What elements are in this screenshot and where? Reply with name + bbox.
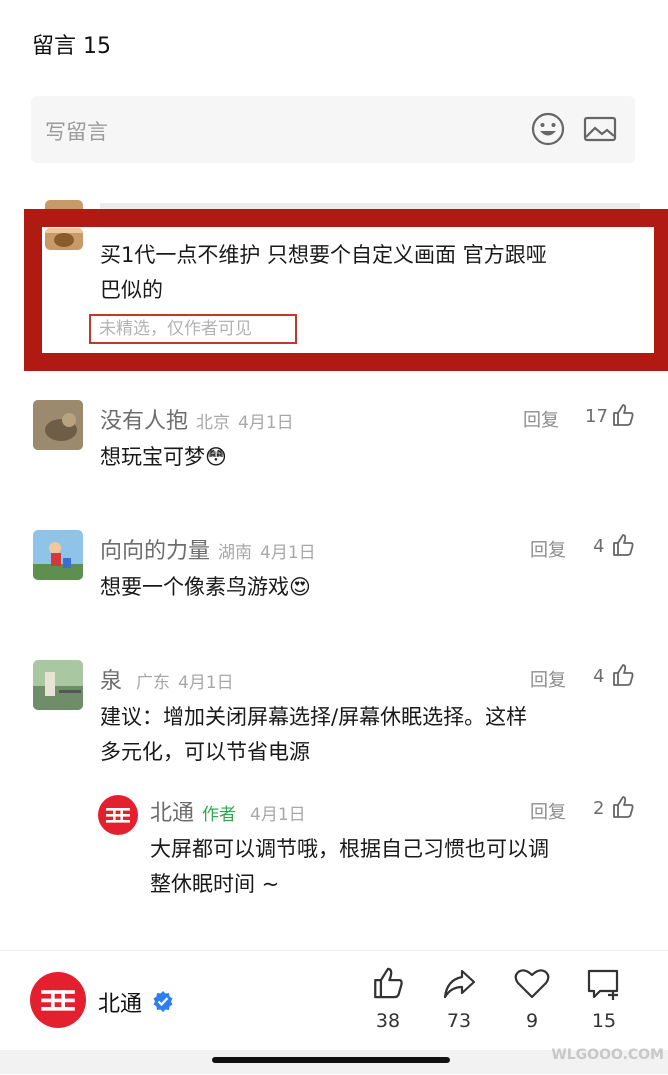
avatar[interactable] xyxy=(33,660,83,710)
comment-text: 买1代一点不维护 只想要个自定义画面 官方跟哑 巴似的 xyxy=(100,238,547,308)
reply-text: 大屏都可以调节哦，根据自己习惯也可以调 整休眠时间 ~ xyxy=(150,832,549,902)
comment-header: 没有人抱 北京 4月1日 xyxy=(100,403,294,435)
comment-location: 广东 xyxy=(136,673,171,693)
reply-button[interactable]: 回复 xyxy=(530,666,566,692)
favorite-count: 9 xyxy=(525,1010,539,1032)
comment-location: 北京 xyxy=(196,413,231,433)
thumbs-up-icon[interactable] xyxy=(612,533,634,561)
reply-date: 4月1日 xyxy=(250,805,306,825)
heart-icon[interactable] xyxy=(514,968,550,1004)
reply-header: 北通 作者 4月1日 xyxy=(150,795,306,827)
watermark: WLGOOO.COM xyxy=(551,1047,664,1063)
comment-text-line: 巴似的 xyxy=(100,278,163,302)
thumbs-up-icon[interactable] xyxy=(612,663,634,691)
smiley-icon[interactable] xyxy=(531,112,565,150)
share-count: 73 xyxy=(446,1010,472,1032)
page-title: 留言 15 xyxy=(32,34,111,59)
like-count: 4 xyxy=(593,666,605,687)
reply-text-line: 整休眠时间 ~ xyxy=(150,872,280,896)
comment-date: 4月1日 xyxy=(238,413,294,433)
avatar[interactable] xyxy=(33,400,83,450)
comment-text: 想要一个像素鸟游戏😍 xyxy=(100,575,311,599)
comment-location: 湖南 xyxy=(218,543,253,563)
like-count: 17 xyxy=(585,406,608,427)
comment-text: 建议：增加关闭屏幕选择/屏幕休眠选择。这样 多元化，可以节省电源 xyxy=(100,700,527,770)
image-icon[interactable] xyxy=(583,112,617,150)
avatar[interactable] xyxy=(33,530,83,580)
comment-input-placeholder: 写留言 xyxy=(45,120,108,144)
like-count: 2 xyxy=(593,798,605,819)
reply-button[interactable]: 回复 xyxy=(530,536,566,562)
reply-button[interactable]: 回复 xyxy=(530,798,566,824)
comment-header: 泉广东 4月1日 xyxy=(100,663,234,695)
comment-date: 4月1日 xyxy=(178,673,234,693)
reply-text-line: 大屏都可以调节哦，根据自己习惯也可以调 xyxy=(150,837,549,861)
comment-text: 想玩宝可梦😳 xyxy=(100,445,227,469)
account-avatar[interactable] xyxy=(30,972,86,1028)
thumbs-up-icon[interactable] xyxy=(612,403,634,431)
comment-input[interactable]: 写留言 xyxy=(31,96,635,163)
reply-button[interactable]: 回复 xyxy=(523,406,559,432)
comment-text-line: 买1代一点不维护 只想要个自定义画面 官方跟哑 xyxy=(100,243,547,267)
like-icon[interactable] xyxy=(371,966,405,1004)
commenter-name[interactable]: 向向的力量 xyxy=(100,539,210,564)
comment-header: 向向的力量 湖南 4月1日 xyxy=(100,533,316,565)
comment-icon[interactable] xyxy=(586,968,622,1006)
author-avatar[interactable] xyxy=(98,795,138,835)
share-icon[interactable] xyxy=(442,968,476,1004)
like-count: 4 xyxy=(593,536,605,557)
comment-date: 4月1日 xyxy=(260,543,316,563)
like-count: 38 xyxy=(375,1010,401,1032)
thumbs-up-icon[interactable] xyxy=(612,795,634,823)
comment-text-line: 建议：增加关闭屏幕选择/屏幕休眠选择。这样 xyxy=(100,705,528,729)
commenter-name[interactable]: 泉 xyxy=(100,669,122,694)
unselected-hint: 未精选，仅作者可见 xyxy=(89,314,297,344)
avatar[interactable] xyxy=(45,228,83,250)
commenter-name[interactable]: 没有人抱 xyxy=(100,409,188,434)
author-name[interactable]: 北通 xyxy=(150,801,194,826)
author-badge: 作者 xyxy=(202,805,237,825)
comment-text-line: 多元化，可以节省电源 xyxy=(100,740,310,764)
home-indicator[interactable] xyxy=(212,1057,450,1063)
account-name[interactable]: 北通 xyxy=(98,986,142,1018)
verified-badge-icon xyxy=(152,990,174,1016)
comment-count: 15 xyxy=(591,1010,617,1032)
